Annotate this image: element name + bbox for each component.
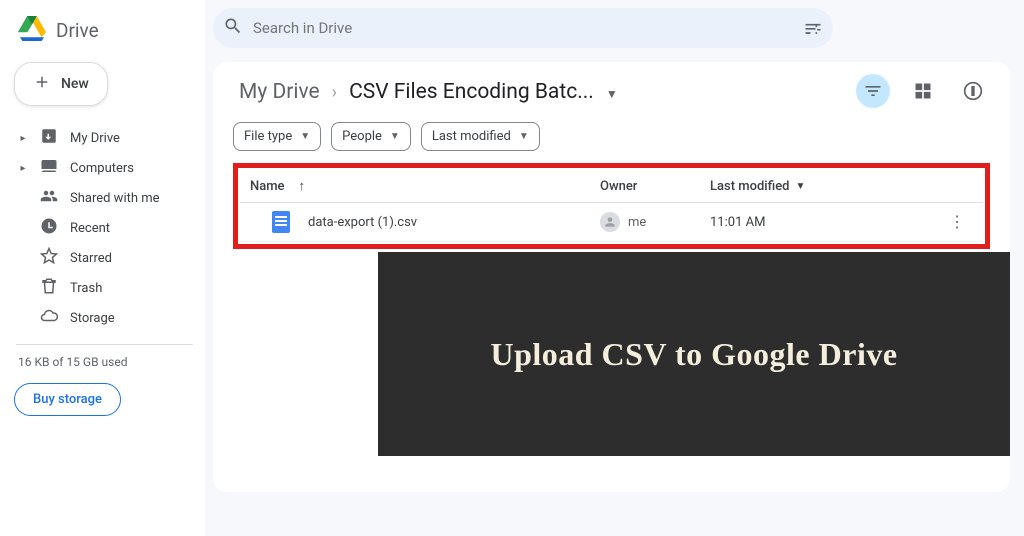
filter-chip-file-type[interactable]: File type ▼ [233, 122, 321, 151]
search-options-icon[interactable] [803, 18, 823, 38]
sidebar-item-label: Computers [70, 161, 191, 176]
modified-time: 11:01 AM [710, 215, 870, 230]
search-icon [223, 16, 243, 40]
storage-usage-text: 16 KB of 15 GB used [14, 355, 195, 369]
view-toolbar [856, 74, 990, 108]
sidebar-divider [16, 344, 193, 345]
plus-icon [33, 73, 51, 95]
grid-view-button[interactable] [906, 74, 940, 108]
owner-name: me [628, 215, 646, 230]
sidebar-item-trash[interactable]: ▸ Trash [14, 274, 195, 302]
sidebar-item-shared[interactable]: ▸ Shared with me [14, 184, 195, 212]
row-more-actions-button[interactable]: ⋮ [947, 214, 967, 230]
caret-down-icon: ▼ [390, 131, 400, 142]
sidebar-nav: ▸ My Drive ▸ Computers ▸ Shared with me … [14, 124, 195, 332]
caret-down-icon[interactable]: ▼ [606, 83, 618, 101]
table-row[interactable]: data-export (1).csv me 11:01 AM ⋮ [240, 203, 983, 242]
table-header-row: Name ↑ Owner Last modified ▼ [240, 172, 983, 203]
annotation-overlay: Upload CSV to Google Drive [378, 252, 1010, 456]
sidebar-item-recent[interactable]: ▸ Recent [14, 214, 195, 242]
new-button-label: New [61, 76, 89, 92]
chip-label: People [342, 129, 382, 144]
filter-toggle-button[interactable] [856, 74, 890, 108]
column-label: Last modified [710, 179, 790, 194]
chip-label: Last modified [432, 129, 511, 144]
sidebar-item-my-drive[interactable]: ▸ My Drive [14, 124, 195, 152]
brand[interactable]: Drive [14, 10, 195, 60]
sidebar-item-label: My Drive [70, 131, 191, 146]
caret-down-icon: ▼ [300, 131, 310, 142]
file-name: data-export (1).csv [308, 215, 417, 230]
file-table-highlight: Name ↑ Owner Last modified ▼ data-export… [233, 163, 990, 249]
column-header-owner[interactable]: Owner [600, 179, 710, 194]
sidebar-item-computers[interactable]: ▸ Computers [14, 154, 195, 182]
sidebar-item-label: Shared with me [70, 191, 191, 206]
brand-name: Drive [56, 19, 99, 42]
buy-storage-button[interactable]: Buy storage [14, 383, 121, 416]
column-header-name[interactable]: Name ↑ [250, 178, 600, 194]
details-button[interactable] [956, 74, 990, 108]
sidebar-item-label: Trash [70, 281, 191, 296]
sidebar-item-label: Storage [70, 311, 191, 326]
my-drive-icon [40, 127, 58, 149]
computers-icon [40, 157, 58, 179]
new-button[interactable]: New [14, 62, 108, 106]
trash-icon [40, 277, 58, 299]
overlay-caption: Upload CSV to Google Drive [490, 336, 897, 373]
search-bar[interactable] [213, 8, 833, 48]
sidebar: Drive New ▸ My Drive ▸ Computers ▸ Share… [0, 0, 205, 536]
filter-chip-last-modified[interactable]: Last modified ▼ [421, 122, 540, 151]
chip-label: File type [244, 129, 292, 144]
sidebar-item-label: Starred [70, 251, 191, 266]
sidebar-item-storage[interactable]: ▸ Storage [14, 304, 195, 332]
chevron-right-icon: › [332, 82, 337, 103]
column-label: Name [250, 179, 285, 194]
owner-avatar-icon [600, 212, 620, 232]
filter-chips: File type ▼ People ▼ Last modified ▼ [233, 122, 990, 151]
shared-icon [40, 187, 58, 209]
breadcrumb-current[interactable]: CSV Files Encoding Batc... [343, 76, 600, 108]
breadcrumb-root[interactable]: My Drive [233, 76, 326, 108]
expand-icon[interactable]: ▸ [18, 133, 28, 144]
starred-icon [40, 247, 58, 269]
caret-down-icon: ▼ [796, 181, 806, 192]
expand-icon[interactable]: ▸ [18, 163, 28, 174]
search-input[interactable] [243, 19, 803, 37]
sidebar-item-starred[interactable]: ▸ Starred [14, 244, 195, 272]
caret-down-icon: ▼ [519, 131, 529, 142]
filter-chip-people[interactable]: People ▼ [331, 122, 411, 151]
file-icon [272, 211, 290, 233]
cloud-icon [40, 307, 58, 329]
sidebar-item-label: Recent [70, 221, 191, 236]
recent-icon [40, 217, 58, 239]
column-header-modified[interactable]: Last modified ▼ [710, 179, 870, 194]
sort-arrow-up-icon[interactable]: ↑ [299, 178, 306, 194]
drive-logo-icon [18, 16, 46, 44]
